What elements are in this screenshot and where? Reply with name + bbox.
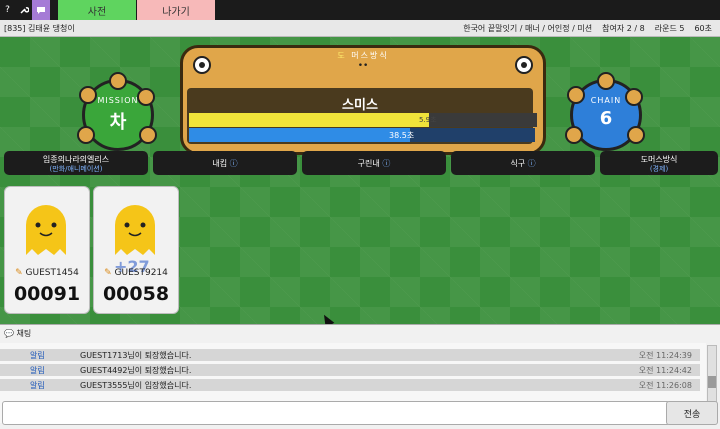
- chat-message: 알림 GUEST3555님이 입장했습니다. 오전 11:26:08: [0, 379, 700, 391]
- history-item[interactable]: 도머스방식 (경제): [600, 151, 718, 175]
- history-item[interactable]: 구린내 ⓘ: [302, 151, 446, 175]
- scroll-thumb[interactable]: [708, 376, 716, 388]
- chat-panel: 💬 채팅 알림 GUEST1713님이 퇴장했습니다. 오전 11:24:39 알림…: [0, 324, 720, 429]
- turn-timer-bar: 5.9초: [189, 113, 537, 127]
- history-item[interactable]: 식구 ⓘ: [451, 151, 595, 175]
- info-icon: ⓘ: [229, 159, 238, 168]
- badge-knob: [597, 72, 615, 90]
- game-area: MISSION 차 도 머스방식 •• 스미스 5.9초 38.5초 CHAIN…: [0, 37, 720, 324]
- history-word: 구린내 ⓘ: [357, 159, 391, 168]
- chat-header: 💬 채팅: [4, 329, 32, 338]
- mission-label: MISSION: [97, 96, 139, 105]
- history-meaning: (경제): [649, 165, 669, 173]
- history-meaning: (만화/애니메이션): [49, 165, 103, 173]
- chat-icon: 💬: [4, 329, 14, 338]
- room-time: 60초: [694, 24, 712, 33]
- hint-dots: ••: [357, 61, 369, 71]
- round-timer-bar: 38.5초: [189, 128, 535, 142]
- player-card[interactable]: +27 ✎ GUEST9214 00058: [93, 186, 179, 314]
- room-title: [835] 김태윤 댕청이: [4, 24, 75, 33]
- send-button[interactable]: 전송: [666, 401, 718, 425]
- chat-message: 알림 GUEST4492님이 퇴장했습니다. 오전 11:24:42: [0, 364, 700, 376]
- round-timer-fill: [189, 128, 411, 142]
- chat-scrollbar[interactable]: [707, 345, 717, 403]
- chain-value: 6: [599, 108, 613, 129]
- room-info-bar: [835] 김태윤 댕청이 한국어 끝말잇기 / 매너 / 어인정 / 미션 참…: [0, 20, 720, 37]
- chat-input[interactable]: [2, 401, 670, 425]
- dictionary-button[interactable]: 사전: [58, 0, 136, 20]
- moremi-avatar: [115, 205, 155, 255]
- chain-label: CHAIN: [590, 96, 622, 105]
- info-icon: ⓘ: [527, 159, 536, 168]
- room-mode: 한국어 끝말잇기 / 매너 / 어인정 / 미션: [463, 24, 593, 33]
- history-item[interactable]: 임종의나라의엘리스 (만화/애니메이션): [4, 151, 148, 175]
- chat-bubble-icon[interactable]: [32, 0, 50, 20]
- word-board: 도 머스방식 •• 스미스 5.9초 38.5초: [180, 45, 546, 155]
- chain-badge: CHAIN 6: [565, 72, 645, 151]
- badge-knob: [109, 72, 127, 90]
- wrench-icon[interactable]: [16, 0, 31, 20]
- mission-badge: MISSION 차: [77, 72, 157, 151]
- room-round: 라운드 5: [654, 24, 685, 33]
- top-bar: ? 사전 나가기: [0, 0, 720, 20]
- help-icon[interactable]: ?: [0, 0, 15, 20]
- history-item[interactable]: 내킴 ⓘ: [153, 151, 297, 175]
- current-word: 스미스: [342, 98, 378, 113]
- turn-timer-text: 5.9초: [419, 116, 437, 124]
- moremi-avatar: [26, 205, 66, 255]
- round-timer-text: 38.5초: [389, 131, 415, 140]
- player-score: 00091: [13, 283, 81, 305]
- player-card[interactable]: ✎ GUEST1454 00091: [4, 186, 90, 314]
- room-players: 참여자 2 / 8: [602, 24, 645, 33]
- player-name: ✎ GUEST1454: [15, 268, 79, 278]
- pencil-icon: ✎: [104, 268, 112, 278]
- exit-button[interactable]: 나가기: [137, 0, 215, 20]
- turn-timer-fill: [189, 113, 430, 127]
- board-title: 도 머스방식: [337, 51, 389, 60]
- player-score: 00058: [102, 283, 170, 305]
- info-icon: ⓘ: [382, 159, 391, 168]
- chat-message: 알림 GUEST1713님이 퇴장했습니다. 오전 11:24:39: [0, 349, 700, 361]
- history-word: 내킴 ⓘ: [212, 159, 238, 168]
- history-word: 식구 ⓘ: [510, 159, 536, 168]
- pencil-icon: ✎: [15, 268, 23, 278]
- mission-char: 차: [109, 112, 127, 133]
- player-name: ✎ GUEST9214: [104, 268, 168, 278]
